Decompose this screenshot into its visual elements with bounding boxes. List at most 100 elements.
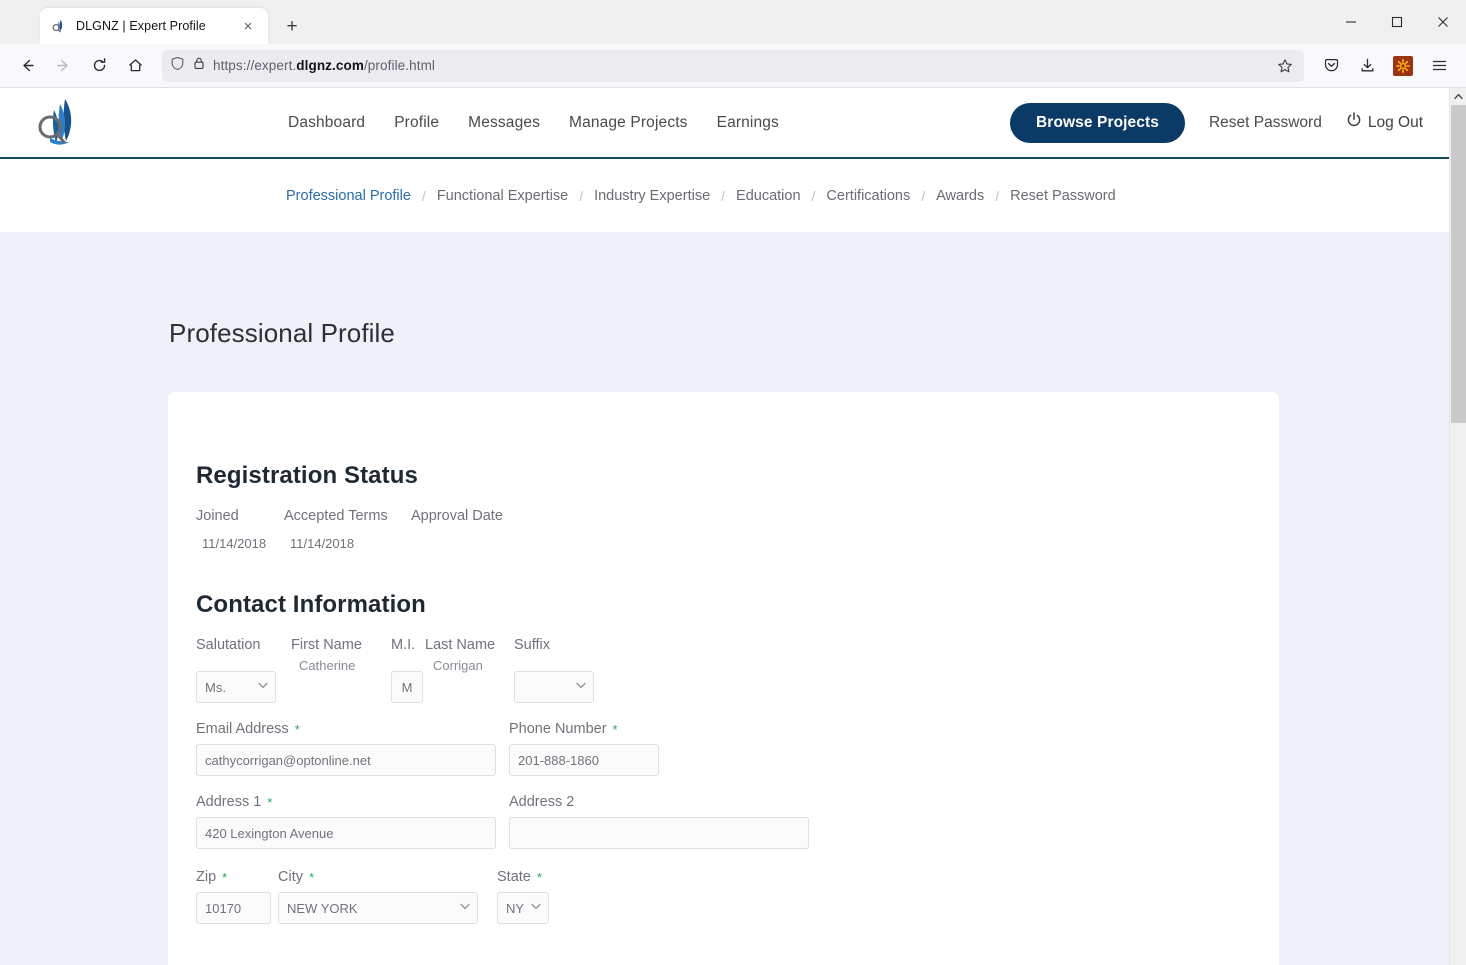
email-input[interactable] — [196, 744, 496, 776]
subnav-separator: / — [995, 187, 1000, 204]
phone-label-line: Phone Number * — [509, 721, 822, 737]
tab-strip: DLGNZ | Expert Profile × + — [0, 0, 1466, 44]
extension-icon[interactable] — [1386, 49, 1420, 83]
close-window-icon[interactable] — [1420, 2, 1466, 42]
label-address-1: Address 1 — [196, 794, 262, 810]
header-reset-password-link[interactable]: Reset Password — [1209, 114, 1322, 132]
toolbar-actions — [1314, 49, 1456, 83]
location-labels: Zip * City * State * — [196, 869, 1279, 885]
star-icon[interactable] — [1270, 52, 1300, 80]
address-labels: Address 1 * Address 2 — [196, 794, 1279, 810]
profile-sub-navigation: Professional Profile / Functional Expert… — [0, 159, 1449, 232]
subnav-separator: / — [721, 187, 726, 204]
page-title: Professional Profile — [169, 318, 395, 348]
nav-item-earnings[interactable]: Earnings — [717, 114, 779, 132]
value-joined: 11/14/2018 — [202, 536, 267, 551]
subnav-functional-expertise[interactable]: Functional Expertise — [437, 188, 568, 204]
home-icon[interactable] — [118, 49, 152, 83]
lock-icon[interactable] — [192, 56, 206, 75]
maximize-icon[interactable] — [1374, 2, 1420, 42]
address-2-input[interactable] — [509, 817, 809, 849]
nav-item-messages[interactable]: Messages — [468, 114, 540, 132]
label-salutation: Salutation — [196, 637, 261, 653]
last-name-input[interactable] — [433, 658, 522, 673]
subnav-certifications[interactable]: Certifications — [826, 188, 910, 204]
required-marker: * — [612, 721, 618, 737]
address2-field-wrap — [509, 817, 822, 849]
download-icon[interactable] — [1350, 49, 1384, 83]
page-viewport: Dashboard Profile Messages Manage Projec… — [0, 88, 1466, 965]
phone-field-wrap — [509, 744, 822, 776]
close-icon[interactable]: × — [238, 16, 258, 36]
minimize-icon[interactable] — [1328, 2, 1374, 42]
scroll-up-arrow-icon[interactable] — [1450, 88, 1466, 105]
browser-toolbar: https://expert.dlgnz.com/profile.html — [0, 44, 1466, 88]
label-city: City — [278, 869, 303, 885]
city-select[interactable]: NEW YORK — [278, 892, 478, 924]
dlgnz-logo[interactable] — [30, 94, 88, 152]
state-select[interactable]: NY — [497, 892, 549, 924]
city-label-line: City * — [278, 869, 497, 885]
required-marker: * — [294, 721, 300, 737]
salutation-field-wrap: Ms. — [196, 671, 291, 703]
label-suffix: Suffix — [514, 637, 551, 653]
browser-tab[interactable]: DLGNZ | Expert Profile × — [40, 8, 268, 44]
url-bar[interactable]: https://expert.dlgnz.com/profile.html — [162, 49, 1304, 82]
subnav-separator: / — [811, 187, 816, 204]
first-name-input[interactable] — [299, 658, 399, 673]
required-marker: * — [536, 869, 542, 885]
reload-icon[interactable] — [82, 49, 116, 83]
subnav-awards[interactable]: Awards — [936, 188, 984, 204]
email-phone-labels: Email Address * Phone Number * — [196, 721, 1279, 737]
required-marker: * — [267, 794, 273, 810]
label-address-2: Address 2 — [509, 794, 575, 810]
subnav-education[interactable]: Education — [736, 188, 801, 204]
label-state: State — [497, 869, 531, 885]
label-accepted-terms: Accepted Terms — [284, 508, 388, 524]
shield-icon[interactable] — [170, 56, 185, 76]
address-1-input[interactable] — [196, 817, 496, 849]
back-icon[interactable] — [10, 49, 44, 83]
name-field-labels: Salutation First Name M.I. Last Name Suf… — [196, 637, 1279, 653]
nav-item-manage-projects[interactable]: Manage Projects — [569, 114, 688, 132]
suffix-field-wrap — [514, 671, 600, 703]
middle-initial-input[interactable] — [391, 671, 423, 703]
url-text[interactable]: https://expert.dlgnz.com/profile.html — [213, 58, 435, 73]
required-marker: * — [308, 869, 315, 885]
location-fields: NEW YORK NY — [196, 892, 1279, 924]
forward-icon[interactable] — [46, 49, 80, 83]
page-content: Professional Profile Registration Status… — [0, 232, 1449, 965]
label-email-address: Email Address — [196, 721, 289, 737]
city-field-wrap: NEW YORK — [278, 892, 497, 924]
browse-projects-button[interactable]: Browse Projects — [1010, 102, 1185, 143]
nav-item-dashboard[interactable]: Dashboard — [288, 114, 365, 132]
zip-input[interactable] — [196, 892, 271, 924]
browser-window: DLGNZ | Expert Profile × + https://exper… — [0, 0, 1466, 965]
scrollbar-thumb[interactable] — [1451, 105, 1466, 423]
subnav-separator: / — [921, 187, 926, 204]
phone-input[interactable] — [509, 744, 659, 776]
hamburger-menu-icon[interactable] — [1422, 49, 1456, 83]
suffix-select[interactable] — [514, 671, 594, 703]
zip-label-line: Zip * — [196, 869, 278, 885]
web-page: Dashboard Profile Messages Manage Projec… — [0, 88, 1449, 965]
header-actions: Browse Projects Reset Password Log Out — [1010, 102, 1423, 143]
label-mi: M.I. — [391, 637, 416, 653]
email-phone-fields — [196, 744, 1279, 776]
registration-status-labels: Joined Accepted Terms Approval Date — [196, 508, 1279, 524]
label-first-name: First Name — [291, 637, 362, 653]
email-field-wrap — [196, 744, 509, 776]
subnav-professional-profile[interactable]: Professional Profile — [286, 188, 411, 204]
mi-field-wrap — [391, 671, 425, 703]
email-label-line: Email Address * — [196, 721, 509, 737]
salutation-select[interactable]: Ms. — [196, 671, 276, 703]
subnav-reset-password[interactable]: Reset Password — [1010, 188, 1116, 204]
label-zip: Zip — [196, 869, 217, 885]
subnav-industry-expertise[interactable]: Industry Expertise — [594, 188, 710, 204]
page-scrollbar[interactable] — [1449, 88, 1466, 965]
subnav-separator: / — [579, 187, 584, 204]
logout-button[interactable]: Log Out — [1346, 112, 1423, 133]
pocket-icon[interactable] — [1314, 49, 1348, 83]
nav-item-profile[interactable]: Profile — [394, 114, 439, 132]
new-tab-button[interactable]: + — [276, 10, 308, 42]
